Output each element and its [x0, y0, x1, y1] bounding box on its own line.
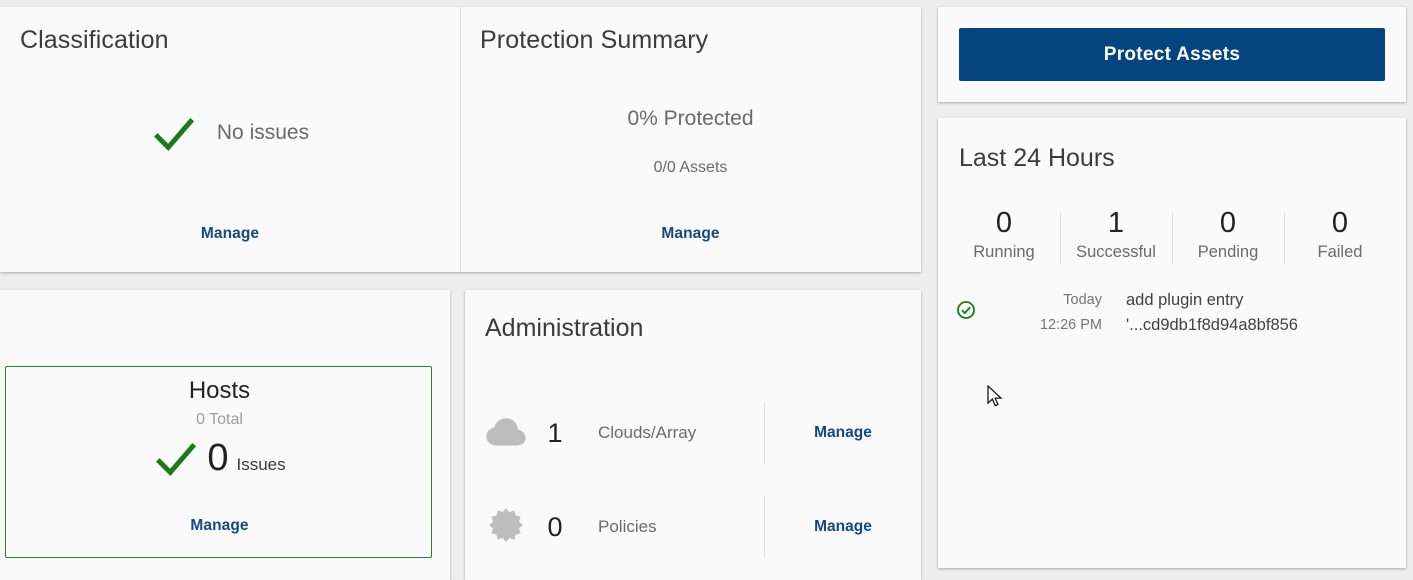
- activity-list: Today 12:26 PM add plugin entry '...cd9d…: [938, 282, 1406, 344]
- check-icon: [153, 117, 194, 152]
- protection-summary-title: Protection Summary: [480, 26, 709, 54]
- stat-pending[interactable]: 0 Pending: [1172, 207, 1284, 264]
- stat-value: 0: [1219, 207, 1237, 239]
- activity-detail: '...cd9db1f8d94a8bf856: [1126, 316, 1298, 334]
- hosts-title: Hosts: [188, 377, 251, 404]
- stat-failed[interactable]: 0 Failed: [1284, 207, 1396, 264]
- policy-badge-icon: [489, 508, 523, 542]
- admin-row-count: 1: [547, 417, 563, 448]
- classification-protection-card: Classification Protection Summary No iss…: [0, 7, 921, 272]
- hosts-total-text: 0 Total: [196, 411, 243, 428]
- admin-row-manage-link[interactable]: Manage: [765, 424, 921, 442]
- classification-title: Classification: [20, 26, 169, 54]
- admin-row-manage-link[interactable]: Manage: [765, 518, 921, 536]
- protection-manage-link[interactable]: Manage: [460, 225, 921, 243]
- classification-status-row: No issues: [0, 110, 460, 156]
- admin-row: 0 Policies Manage: [465, 480, 921, 574]
- administration-title: Administration: [485, 314, 644, 342]
- activity-timestamp: Today 12:26 PM: [1002, 288, 1102, 338]
- activity-day: Today: [1063, 292, 1102, 308]
- stat-label: Successful: [1076, 242, 1156, 261]
- stat-label: Pending: [1197, 242, 1259, 261]
- admin-row: 1 Clouds/Array Manage: [465, 386, 921, 480]
- hosts-manage-link[interactable]: Manage: [6, 517, 433, 535]
- activity-title: add plugin entry: [1126, 291, 1244, 309]
- protect-assets-card: Protect Assets: [938, 7, 1406, 102]
- stat-value: 1: [1107, 207, 1125, 239]
- stat-running[interactable]: 0 Running: [948, 207, 1060, 262]
- protection-assets-text: 0/0 Assets: [653, 159, 728, 176]
- activity-description: add plugin entry '...cd9db1f8d94a8bf856: [1126, 288, 1406, 338]
- stat-value: 0: [1331, 207, 1349, 239]
- hosts-issues-row: 0 Issues: [6, 435, 433, 481]
- activity-list-item[interactable]: Today 12:26 PM add plugin entry '...cd9d…: [938, 282, 1406, 344]
- stat-label: Running: [973, 242, 1035, 261]
- protection-percent-text: 0% Protected: [627, 107, 754, 130]
- classification-status-text: No issues: [216, 121, 310, 144]
- last-24-hours-card: Last 24 Hours 0 Running 1 Successful 0 P…: [938, 118, 1406, 568]
- classification-manage-link[interactable]: Manage: [0, 225, 460, 243]
- admin-row-label: Clouds/Array: [598, 423, 697, 442]
- check-circle-icon: [957, 301, 975, 319]
- hosts-tile[interactable]: Hosts 0 Total 0 Issues Manage: [5, 366, 432, 558]
- admin-row-count: 0: [547, 511, 563, 542]
- cloud-icon: [486, 418, 526, 446]
- stat-label: Failed: [1317, 242, 1363, 261]
- check-icon: [156, 442, 197, 477]
- last-24-hours-title: Last 24 Hours: [959, 144, 1115, 172]
- hosts-card: Hosts 0 Total 0 Issues Manage: [0, 290, 450, 580]
- protect-assets-button[interactable]: Protect Assets: [959, 28, 1385, 81]
- stat-value: 0: [995, 207, 1013, 239]
- administration-card: Administration 1 Clouds/Array Manage 0 P…: [465, 290, 921, 580]
- hosts-issues-count: 0: [207, 437, 229, 479]
- activity-time-of-day: 12:26 PM: [1039, 317, 1102, 333]
- hosts-issues-label: Issues: [236, 455, 286, 474]
- admin-row-label: Policies: [598, 517, 657, 536]
- stat-successful[interactable]: 1 Successful: [1060, 207, 1172, 264]
- last-24-hours-stats: 0 Running 1 Successful 0 Pending 0 Faile…: [948, 207, 1396, 264]
